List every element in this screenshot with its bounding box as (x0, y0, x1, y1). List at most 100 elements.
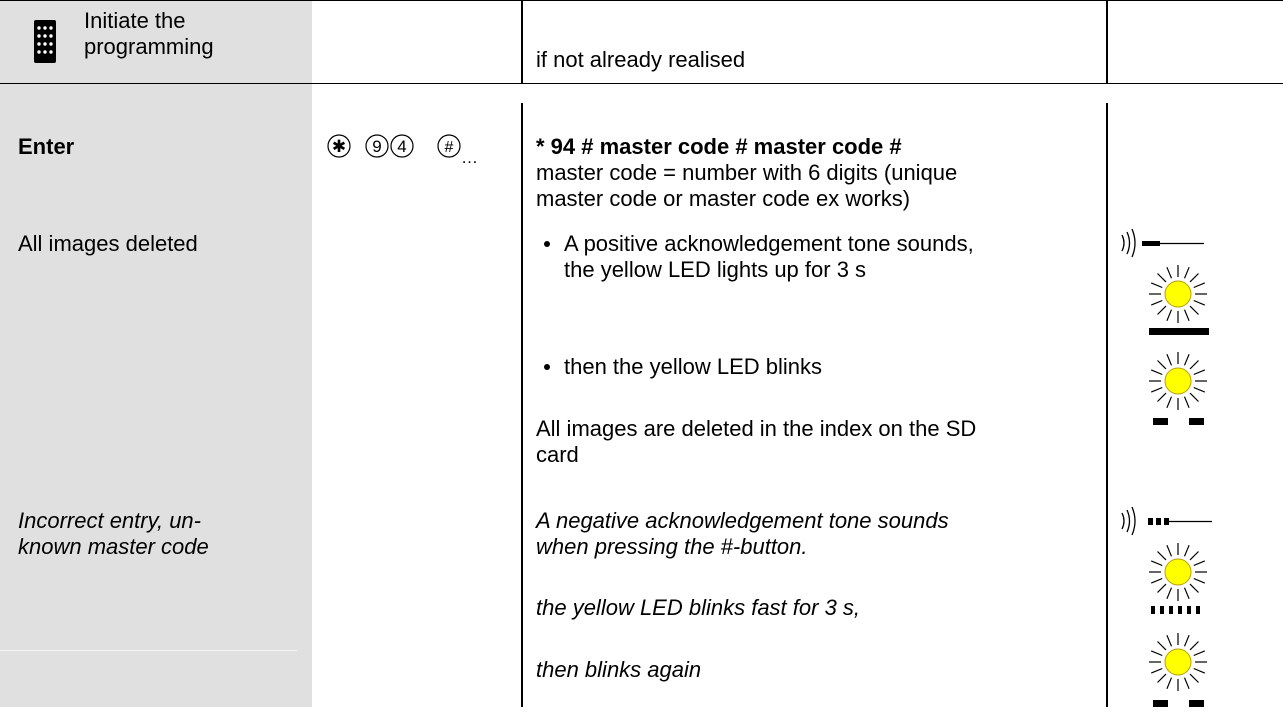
column-divider (521, 103, 523, 707)
led-ray (1183, 396, 1190, 409)
keypad-key (37, 50, 41, 54)
deleted-label: All images deleted (18, 231, 198, 256)
led-ray (1166, 677, 1173, 690)
led-ray (1183, 309, 1190, 322)
led-ray (1166, 353, 1173, 366)
led-ray (1183, 544, 1190, 557)
led-ray (1193, 282, 1206, 289)
led-ray (1150, 282, 1163, 289)
result-line1: All images are deleted in the index on t… (536, 416, 977, 441)
led-ray (1166, 309, 1173, 322)
incorrect-label-line1: Incorrect entry, un- (18, 508, 201, 533)
positive-tone-icon (1118, 225, 1228, 267)
label-column-background (0, 0, 312, 707)
key-sequence: ✱ 9 4 # … (327, 133, 517, 179)
led-ray (1150, 560, 1163, 567)
led-ray (1193, 299, 1206, 306)
led-ray (1150, 386, 1163, 393)
led-ray (1189, 273, 1199, 283)
keypad-key (49, 42, 53, 46)
command-desc-line1: master code = number with 6 digits (uniq… (536, 160, 958, 185)
column-divider (1106, 103, 1108, 707)
positive-tone-line2: the yellow LED lights up for 3 s (564, 257, 867, 282)
initiate-label-line2: programming (84, 34, 214, 59)
incorrect-label-line2: known master code (18, 534, 209, 559)
led-ray (1193, 386, 1206, 393)
blink-line: then the yellow LED blinks (564, 354, 823, 379)
led-ray (1183, 353, 1190, 366)
svg-text:#: # (445, 139, 454, 156)
keypad-key (43, 42, 47, 46)
led-ray (1150, 299, 1163, 306)
cell-divider (0, 650, 297, 651)
blink-again-line: then blinks again (536, 657, 702, 682)
led-ray (1189, 583, 1199, 593)
command-text: * 94 # master code # master code # (536, 134, 902, 159)
keypad-icon (34, 20, 56, 69)
keypad-key (49, 50, 53, 54)
led-ray (1166, 266, 1173, 279)
led-ray (1183, 266, 1190, 279)
negative-tone-icon (1118, 503, 1228, 545)
led-ray (1157, 641, 1167, 651)
led-ray (1193, 667, 1206, 674)
led-ray (1166, 587, 1173, 600)
keypad-key (49, 34, 53, 38)
initiate-label-line1: Initiate the (84, 8, 186, 33)
led-ray (1189, 360, 1199, 370)
positive-tone-line1: A positive acknowledgement tone sounds, (564, 231, 974, 256)
led-blink-icon (1133, 349, 1223, 433)
led-ray (1166, 396, 1173, 409)
column-divider (1106, 0, 1108, 83)
led-ray (1189, 673, 1199, 683)
negative-tone-line1: A negative acknowledgement tone sounds (536, 508, 949, 533)
enter-label: Enter (18, 134, 75, 159)
initiate-note: if not already realised (536, 47, 746, 72)
keypad-key (49, 26, 53, 30)
led-blink-again-icon (1133, 630, 1223, 713)
led-ray (1157, 273, 1167, 283)
keypad-key (43, 34, 47, 38)
led-ray (1189, 392, 1199, 402)
svg-text:4: 4 (397, 137, 406, 156)
led-ray (1157, 392, 1167, 402)
keypad-key (37, 34, 41, 38)
led-ray (1166, 634, 1173, 647)
led-ray (1189, 551, 1199, 561)
table-top-border (0, 0, 1283, 1)
bullet (544, 241, 550, 247)
negative-tone-line2: when pressing the #-button. (536, 534, 808, 559)
svg-text:✱: ✱ (332, 137, 346, 156)
led-ray (1150, 369, 1163, 376)
led-ray (1183, 677, 1190, 690)
led-ray (1166, 544, 1173, 557)
led-ray (1183, 634, 1190, 647)
led-ray (1189, 641, 1199, 651)
led-ray (1157, 360, 1167, 370)
led-ray (1193, 650, 1206, 657)
led-ray (1157, 551, 1167, 561)
blink-fast-line: the yellow LED blinks fast for 3 s, (536, 595, 861, 620)
row-divider (0, 83, 1283, 84)
led-ray (1193, 369, 1206, 376)
keypad-key (37, 26, 41, 30)
led-fast-blink-icon (1133, 540, 1223, 624)
column-divider (521, 0, 523, 83)
led-ray (1189, 305, 1199, 315)
keypad-key (37, 42, 41, 46)
led-ray (1193, 560, 1206, 567)
led-ray (1157, 583, 1167, 593)
keypad-key (43, 50, 47, 54)
led-ray (1157, 305, 1167, 315)
command-desc-line2: master code or master code ex works) (536, 186, 911, 211)
led-ray (1157, 673, 1167, 683)
led-ray (1193, 577, 1206, 584)
led-steady-icon (1133, 262, 1223, 346)
led-ray (1183, 587, 1190, 600)
svg-text:…: … (461, 148, 478, 167)
svg-text:9: 9 (372, 137, 381, 156)
led-ray (1150, 667, 1163, 674)
led-ray (1150, 650, 1163, 657)
led-ray (1150, 577, 1163, 584)
bullet (544, 364, 550, 370)
